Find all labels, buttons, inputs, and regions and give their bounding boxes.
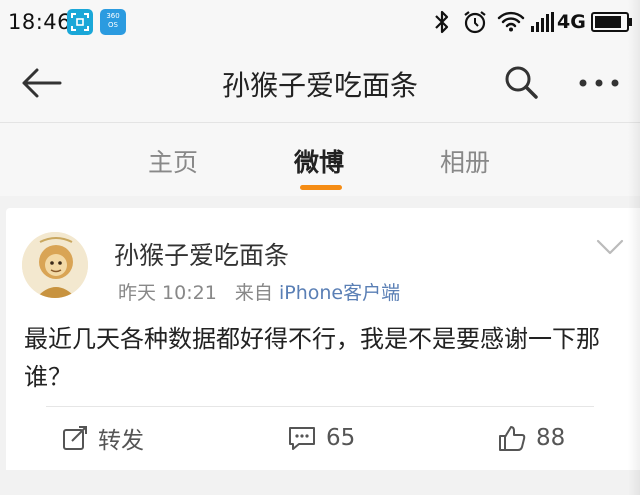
status-time: 18:46 — [8, 10, 72, 34]
bottom-band — [0, 470, 640, 495]
search-icon[interactable] — [503, 64, 539, 100]
active-tab-indicator — [300, 185, 342, 190]
comment-count: 65 — [326, 425, 356, 451]
post-time: 昨天 10:21 — [118, 282, 217, 304]
scan-app-icon — [67, 9, 93, 35]
wifi-icon — [497, 11, 525, 32]
comment-button[interactable]: 65 — [288, 420, 355, 456]
post-text: 最近几天各种数据都好得不行，我是不是要感谢一下那谁？ — [24, 325, 600, 391]
360os-app-label: 360 OS — [106, 12, 120, 29]
alarm-icon — [464, 11, 486, 34]
like-button[interactable]: 88 — [498, 420, 565, 456]
repost-button[interactable]: 转发 — [62, 420, 144, 456]
thumbs-up-icon — [499, 426, 526, 451]
tab-weibo[interactable]: 微博 — [294, 143, 344, 179]
post-meta: 昨天 10:21 来自 iPhone客户端 — [118, 278, 400, 305]
divider — [46, 406, 594, 407]
battery-icon — [591, 12, 632, 32]
profile-header: 孙猴子爱吃面条 — [0, 44, 640, 122]
profile-tabs: 主页 微博 相册 — [0, 122, 640, 196]
post-actions: 转发 65 88 — [6, 420, 640, 460]
status-bar: 18:46 360 OS 4G — [0, 0, 640, 44]
more-icon[interactable] — [578, 78, 620, 88]
repost-label: 转发 — [98, 428, 144, 454]
post-source-prefix: 来自 — [234, 282, 273, 304]
comment-icon — [289, 427, 315, 450]
avatar[interactable] — [22, 232, 88, 298]
360os-app-icon: 360 OS — [100, 9, 126, 35]
post-author[interactable]: 孙猴子爱吃面条 — [114, 236, 289, 272]
page-edge-shadow — [628, 0, 640, 495]
post-card[interactable]: 孙猴子爱吃面条 昨天 10:21 来自 iPhone客户端 最近几天各种数据都好… — [6, 208, 640, 495]
network-type: 4G — [557, 11, 586, 33]
signal-icon — [531, 12, 554, 32]
chevron-down-icon[interactable] — [596, 238, 624, 256]
post-source[interactable]: iPhone客户端 — [279, 282, 400, 304]
page-title: 孙猴子爱吃面条 — [221, 69, 418, 102]
repost-icon — [63, 426, 87, 450]
like-count: 88 — [536, 425, 566, 451]
tab-home[interactable]: 主页 — [148, 143, 198, 179]
bluetooth-icon — [435, 10, 449, 34]
tab-album[interactable]: 相册 — [440, 143, 490, 179]
